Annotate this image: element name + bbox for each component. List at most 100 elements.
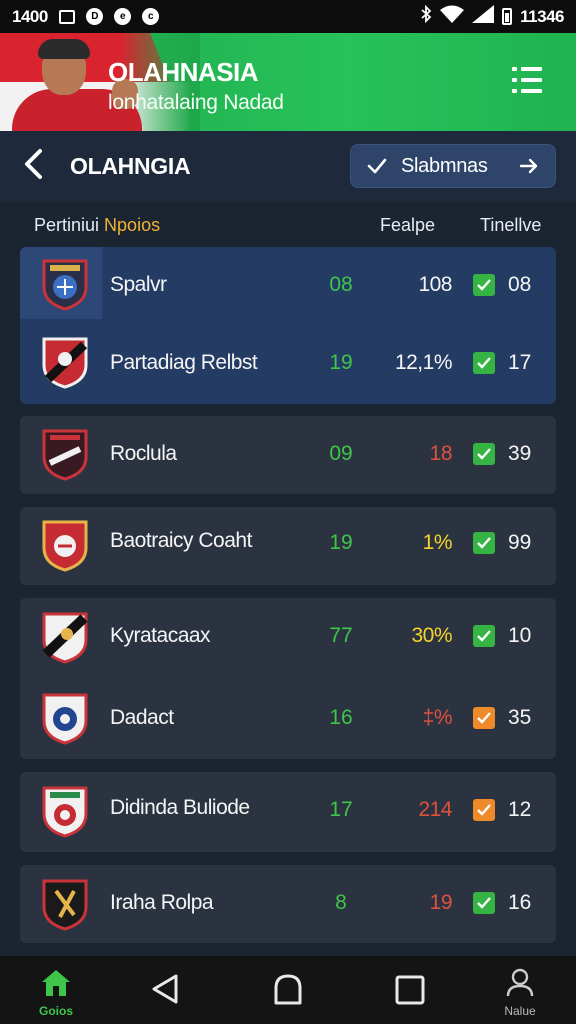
- stat-value: 8: [335, 891, 347, 914]
- notification-icon: [58, 8, 76, 26]
- table-row[interactable]: Baotraicy Coaht 19 1% 99: [20, 507, 556, 585]
- group-card: Iraha Rolpa 8 19 16: [20, 865, 556, 943]
- table-row[interactable]: Iraha Rolpa 8 19 16: [20, 865, 556, 943]
- time-value: 16: [508, 891, 532, 914]
- rate-value: 19: [429, 891, 453, 914]
- team-name: Dadact: [110, 706, 174, 729]
- group-card: Kyratacaax 77 30% 10 Dadact 16 ‡% 35: [20, 598, 556, 759]
- group-card: Didinda Buliode 17 214 12: [20, 772, 556, 852]
- status-clock: 11346: [520, 6, 564, 26]
- action-label: Slabmnas: [401, 154, 488, 177]
- checkbox-checked[interactable]: [473, 892, 495, 914]
- nav-profile-label: Nalue: [504, 1004, 536, 1018]
- team-crest-icon: [42, 879, 88, 931]
- table-row[interactable]: Didinda Buliode 17 214 12: [20, 772, 556, 850]
- team-name: Baotraicy Coaht: [110, 529, 252, 552]
- stat-value: 77: [329, 624, 353, 647]
- checkbox-checked[interactable]: [473, 532, 495, 554]
- table-row[interactable]: Dadact 16 ‡% 35: [20, 680, 556, 758]
- bottom-nav: Goios Nalue: [0, 956, 576, 1024]
- wifi-icon: [440, 5, 465, 28]
- square-recents-icon: [395, 975, 425, 1005]
- home-icon: [42, 970, 70, 996]
- table-row[interactable]: Spalvr 08 108 08: [20, 247, 556, 325]
- team-crest-icon: [42, 429, 88, 481]
- select-action-button[interactable]: Slabmnas: [350, 144, 556, 188]
- time-value: 10: [508, 624, 532, 647]
- banner-title: OLAHNASIA: [108, 57, 259, 87]
- chat-notification-icon: c: [142, 8, 160, 26]
- column-header-time: Tinellve: [480, 215, 542, 235]
- group-card: Baotraicy Coaht 19 1% 99: [20, 507, 556, 585]
- app-notification-icon: D: [86, 8, 104, 26]
- group-card: Spalvr 08 108 08 Partadiag Relbst 19 12,…: [20, 247, 556, 404]
- system-home-button[interactable]: [271, 973, 305, 1012]
- stat-value: 19: [329, 351, 353, 374]
- hero-banner: OLAHNASIA lonhatalaing Nadad: [0, 33, 576, 131]
- nav-profile-tab[interactable]: Nalue: [490, 968, 550, 1020]
- checkbox-checked[interactable]: [473, 443, 495, 465]
- time-value: 39: [508, 442, 532, 465]
- stat-value: 19: [329, 531, 353, 554]
- time-value: 17: [508, 351, 532, 374]
- battery-icon: [502, 8, 513, 25]
- group-card: Roclula 09 18 39: [20, 416, 556, 494]
- team-name: Spalvr: [110, 273, 167, 296]
- team-name: Iraha Rolpa: [110, 891, 214, 914]
- rate-value: 1%: [422, 531, 453, 554]
- team-name: Roclula: [110, 442, 177, 465]
- team-crest-icon: [42, 259, 88, 311]
- team-crest-icon: [42, 337, 88, 389]
- team-name: Kyratacaax: [110, 624, 211, 647]
- team-name: Partadiag Relbst: [110, 351, 258, 374]
- team-crest-icon: [42, 520, 88, 572]
- status-time: 1400: [12, 6, 48, 26]
- column-header-value: Fealpe: [380, 215, 436, 235]
- rate-value: 108: [418, 273, 452, 296]
- banner-subtitle: lonhatalaing Nadad: [108, 91, 284, 114]
- checkbox-checked[interactable]: [473, 707, 495, 729]
- menu-icon: [512, 67, 542, 71]
- signal-icon: [472, 5, 495, 28]
- back-button[interactable]: [18, 147, 52, 181]
- check-icon: [367, 158, 387, 174]
- time-value: 08: [508, 273, 532, 296]
- checkbox-checked[interactable]: [473, 625, 495, 647]
- checkbox-checked[interactable]: [473, 274, 495, 296]
- circle-home-icon: [274, 974, 302, 1005]
- triangle-back-icon: [152, 974, 178, 1004]
- system-recents-button[interactable]: [394, 974, 426, 1011]
- team-crest-icon: [42, 612, 88, 664]
- column-header-team: Pertiniui Npoios: [34, 215, 161, 235]
- nav-home-label: Goios: [38, 1004, 73, 1018]
- system-back-button[interactable]: [148, 972, 182, 1011]
- nav-home-tab[interactable]: Goios: [26, 968, 86, 1020]
- table-row[interactable]: Roclula 09 18 39: [20, 416, 556, 494]
- chevron-left-icon: [25, 149, 42, 179]
- rate-value: ‡%: [422, 706, 453, 729]
- table-row[interactable]: Partadiag Relbst 19 12,1% 17: [20, 325, 556, 403]
- column-headers: Pertiniui Npoios Fealpe Tinellve: [0, 201, 576, 247]
- time-value: 99: [508, 531, 532, 554]
- rate-value: 30%: [411, 624, 452, 647]
- user-icon: [506, 968, 534, 997]
- message-notification-icon: e: [114, 8, 132, 26]
- status-bar: 1400 D e c 11346: [0, 0, 576, 33]
- rate-value: 214: [418, 798, 452, 821]
- stat-value: 09: [329, 442, 353, 465]
- checkbox-checked[interactable]: [473, 799, 495, 821]
- team-name: Didinda Buliode: [110, 796, 250, 819]
- rate-value: 18: [429, 442, 453, 465]
- menu-button[interactable]: [512, 67, 542, 93]
- bluetooth-icon: [420, 4, 432, 28]
- checkbox-checked[interactable]: [473, 352, 495, 374]
- stat-value: 16: [329, 706, 353, 729]
- page-title: OLAHNGIA: [70, 153, 191, 179]
- team-crest-icon: [42, 693, 88, 745]
- rate-value: 12,1%: [394, 351, 453, 374]
- time-value: 12: [508, 798, 532, 821]
- time-value: 35: [508, 706, 532, 729]
- stat-value: 17: [329, 798, 353, 821]
- table-row[interactable]: Kyratacaax 77 30% 10: [20, 598, 556, 676]
- arrow-right-icon: [519, 158, 538, 174]
